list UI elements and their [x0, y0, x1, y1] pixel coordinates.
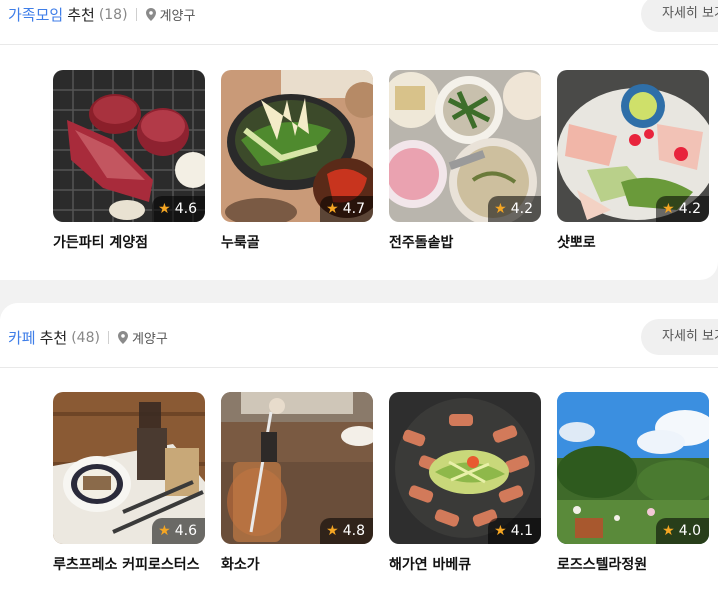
location-pin-icon	[145, 8, 156, 21]
section-count: (48)	[71, 329, 100, 346]
place-card[interactable]: ★ 4.7 누룩골	[221, 70, 373, 252]
location-pin-icon	[117, 331, 128, 344]
rating-value: 4.2	[678, 201, 701, 217]
place-photo[interactable]: ★ 4.0	[557, 392, 709, 544]
section-title-row: 가족모임 추천 (18) 계양구	[8, 4, 195, 25]
rating-value: 4.6	[174, 201, 197, 217]
rating-value: 4.8	[342, 523, 365, 539]
star-icon: ★	[662, 523, 675, 539]
section-location: 계양구	[159, 9, 196, 24]
card-list: ★ 4.6 루츠프레소 커피로스터스 ★ 4.8 화소가 ★ 4.1 해가연 바…	[53, 392, 709, 574]
rating-value: 4.6	[174, 523, 197, 539]
rating-value: 4.7	[342, 201, 365, 217]
recommend-section-cafe: 카페 추천 (48) 계양구 자세히 보기	[0, 303, 718, 593]
rating-badge: ★ 4.8	[320, 518, 373, 544]
place-name[interactable]: 샷뽀로	[557, 232, 709, 252]
recommend-section-family: 가족모임 추천 (18) 계양구 자세히 보기	[0, 0, 718, 280]
place-name[interactable]: 해가연 바베큐	[389, 554, 541, 574]
rating-badge: ★ 4.2	[656, 196, 709, 222]
place-photo[interactable]: ★ 4.7	[221, 70, 373, 222]
place-name[interactable]: 화소가	[221, 554, 373, 574]
rating-badge: ★ 4.6	[152, 518, 205, 544]
section-location: 계양구	[131, 332, 168, 347]
divider	[135, 8, 137, 21]
place-name[interactable]: 루츠프레소 커피로스터스	[53, 554, 205, 574]
star-icon: ★	[494, 523, 507, 539]
place-name[interactable]: 가든파티 계양점	[53, 232, 205, 252]
rating-badge: ★ 4.1	[488, 518, 541, 544]
section-header: 가족모임 추천 (18) 계양구 자세히 보기	[0, 0, 718, 45]
rating-badge: ★ 4.0	[656, 518, 709, 544]
section-title-row: 카페 추천 (48) 계양구	[8, 327, 168, 348]
rating-badge: ★ 4.2	[488, 196, 541, 222]
rating-badge: ★ 4.6	[152, 196, 205, 222]
place-card[interactable]: ★ 4.2 샷뽀로	[557, 70, 709, 252]
place-name[interactable]: 로즈스텔라정원	[557, 554, 709, 574]
place-photo[interactable]: ★ 4.2	[389, 70, 541, 222]
section-category: 카페	[8, 329, 36, 347]
section-count: (18)	[98, 6, 128, 23]
star-icon: ★	[158, 523, 171, 539]
place-name[interactable]: 누룩골	[221, 232, 373, 252]
place-photo[interactable]: ★ 4.6	[53, 70, 205, 222]
section-title: 추천	[39, 329, 68, 347]
place-photo[interactable]: ★ 4.2	[557, 70, 709, 222]
star-icon: ★	[326, 201, 339, 217]
place-photo[interactable]: ★ 4.1	[389, 392, 541, 544]
view-more-button[interactable]: 자세히 보기	[641, 0, 718, 32]
star-icon: ★	[326, 523, 339, 539]
star-icon: ★	[494, 201, 507, 217]
place-card[interactable]: ★ 4.6 가든파티 계양점	[53, 70, 205, 252]
rating-value: 4.2	[510, 201, 533, 217]
star-icon: ★	[158, 201, 171, 217]
divider	[107, 331, 109, 344]
place-photo[interactable]: ★ 4.8	[221, 392, 373, 544]
place-photo[interactable]: ★ 4.6	[53, 392, 205, 544]
section-title: 추천	[67, 6, 95, 24]
star-icon: ★	[662, 201, 675, 217]
rating-value: 4.0	[678, 523, 701, 539]
view-more-button[interactable]: 자세히 보기	[641, 319, 718, 355]
rating-badge: ★ 4.7	[320, 196, 373, 222]
place-card[interactable]: ★ 4.6 루츠프레소 커피로스터스	[53, 392, 205, 574]
section-category: 가족모임	[8, 6, 64, 24]
place-card[interactable]: ★ 4.8 화소가	[221, 392, 373, 574]
place-card[interactable]: ★ 4.2 전주돌솥밥	[389, 70, 541, 252]
section-header: 카페 추천 (48) 계양구 자세히 보기	[0, 303, 718, 368]
card-list: ★ 4.6 가든파티 계양점 ★ 4.7 누룩골 ★ 4.2 전주돌솥밥 ★ 4…	[53, 70, 709, 252]
place-card[interactable]: ★ 4.0 로즈스텔라정원	[557, 392, 709, 574]
rating-value: 4.1	[510, 523, 533, 539]
place-card[interactable]: ★ 4.1 해가연 바베큐	[389, 392, 541, 574]
place-name[interactable]: 전주돌솥밥	[389, 232, 541, 252]
